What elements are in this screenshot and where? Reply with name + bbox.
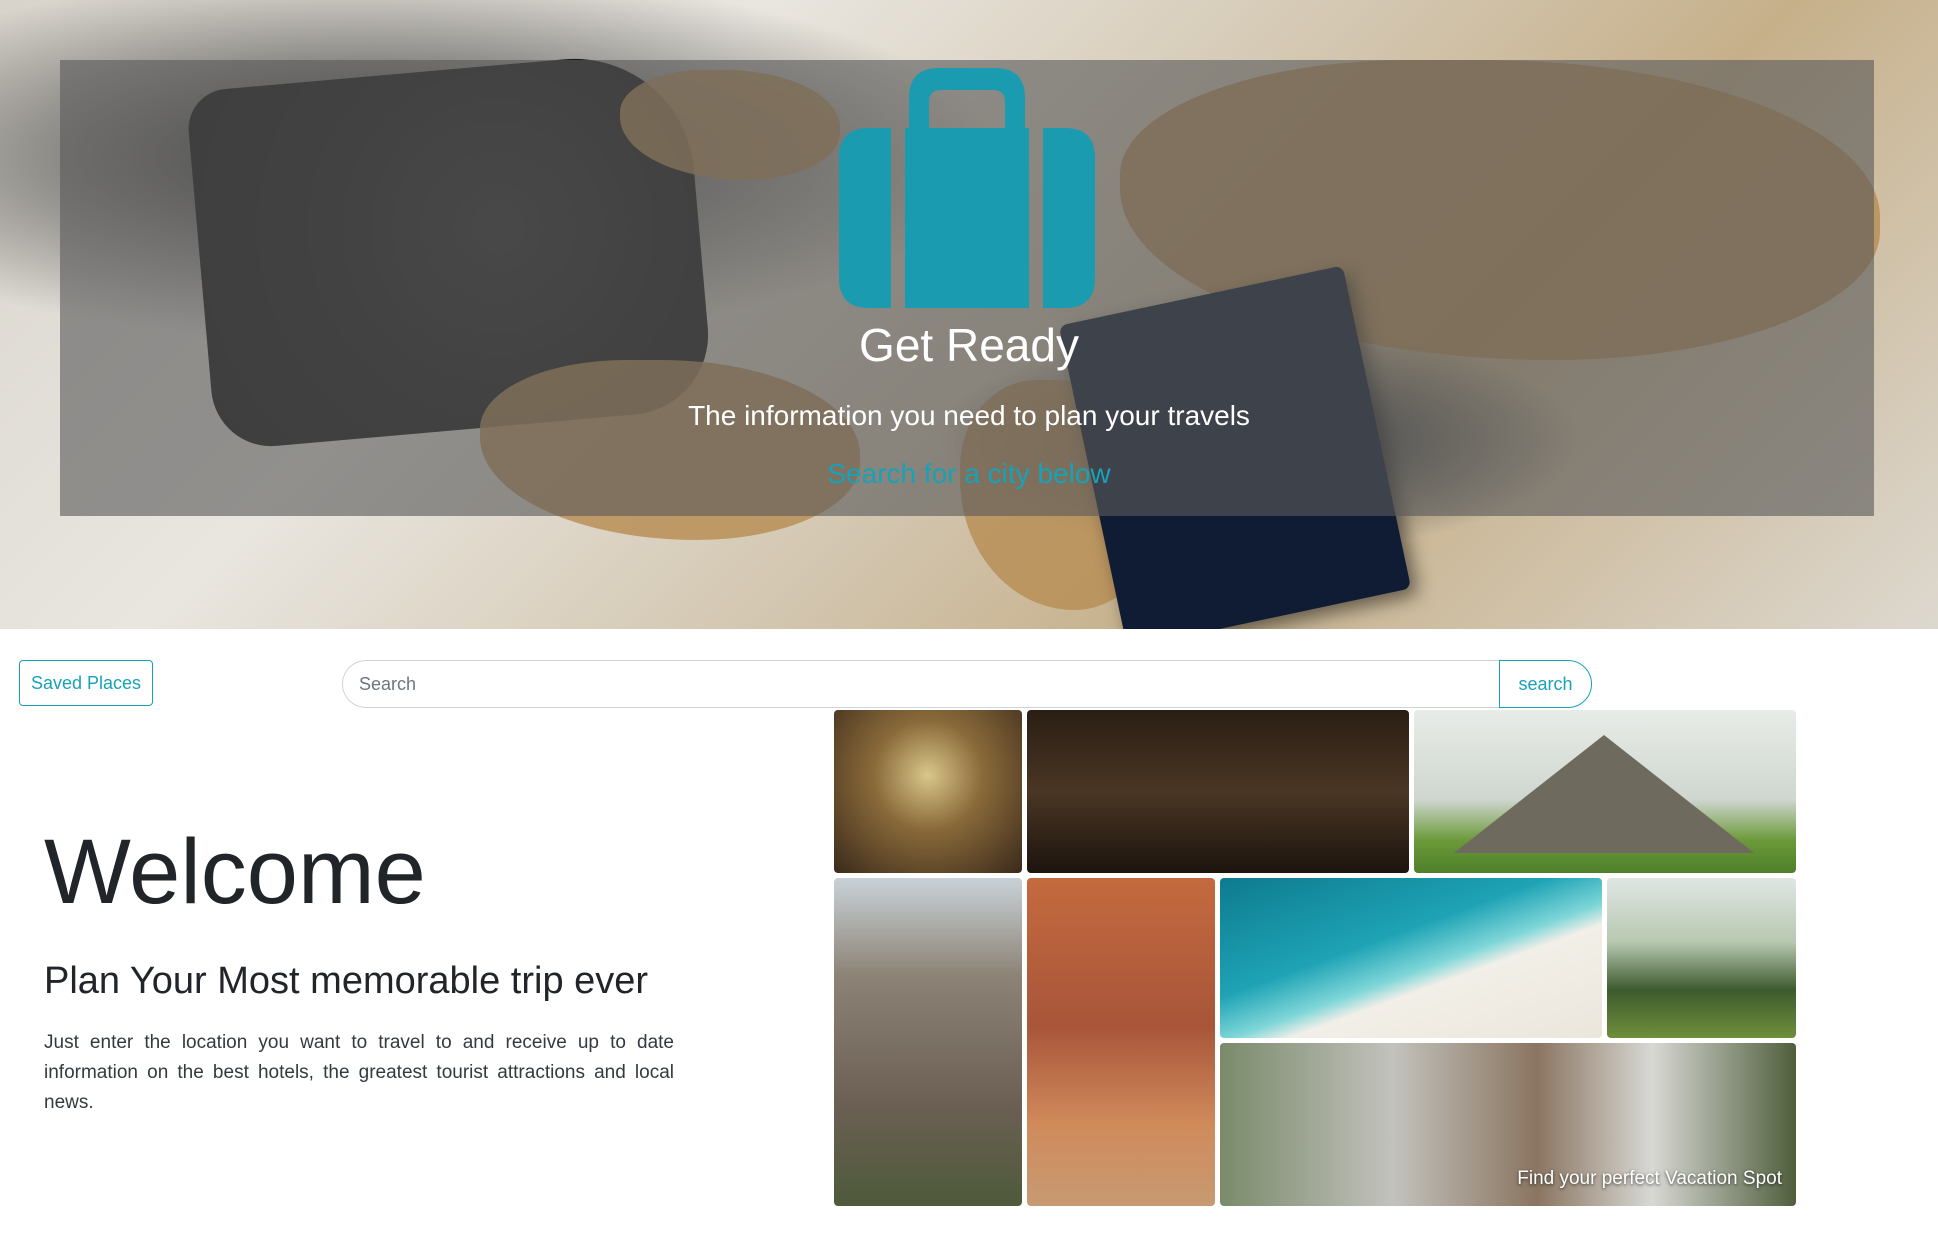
search-button[interactable]: search bbox=[1499, 660, 1592, 708]
tagline: Plan Your Most memorable trip ever bbox=[44, 960, 649, 1002]
ornate-dome-photo bbox=[834, 710, 1022, 873]
search-input[interactable] bbox=[342, 660, 1500, 708]
hero-cta: Search for a city below bbox=[827, 458, 1111, 489]
hero-subtitle: The information you need to plan your tr… bbox=[688, 400, 1250, 431]
petra-camel-photo bbox=[1027, 878, 1215, 1206]
saved-places-button[interactable]: Saved Places bbox=[19, 660, 153, 706]
hero-banner: Get Ready The information you need to pl… bbox=[0, 0, 1938, 629]
welcome-heading: Welcome bbox=[44, 821, 426, 923]
chichen-itza-photo bbox=[1414, 710, 1796, 873]
city-buildings-photo: Find your perfect Vacation Spot bbox=[1220, 1043, 1796, 1206]
gallery-caption: Find your perfect Vacation Spot bbox=[1517, 1168, 1782, 1189]
suitcase-icon bbox=[839, 68, 1095, 308]
beach-palm-photo bbox=[1220, 878, 1602, 1038]
library-interior-photo bbox=[1027, 710, 1409, 873]
pyramid-shape bbox=[1454, 735, 1754, 853]
intro-description: Just enter the location you want to trav… bbox=[44, 1032, 674, 1113]
notre-dame-photo bbox=[834, 878, 1022, 1206]
mountain-landscape-photo bbox=[1607, 878, 1796, 1038]
hero-title: Get Ready bbox=[859, 319, 1079, 371]
